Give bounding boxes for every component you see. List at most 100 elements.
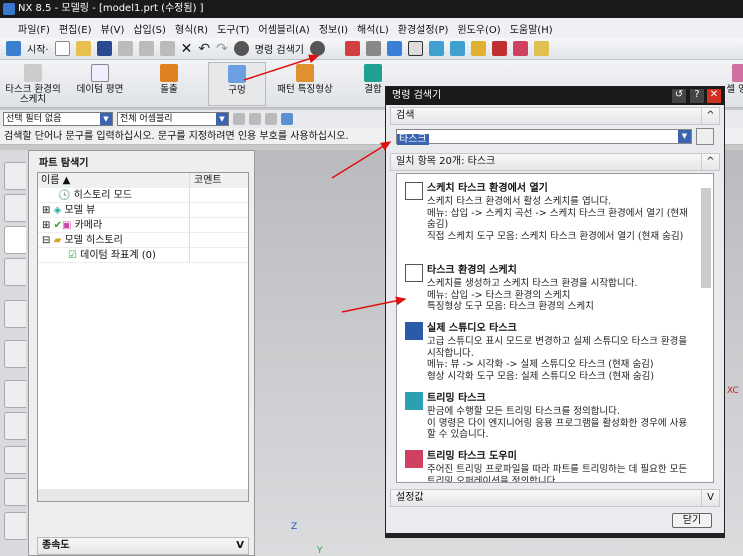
point-icon[interactable]	[491, 41, 507, 56]
snap-point-icon[interactable]	[249, 113, 261, 125]
checkbox-icon[interactable]: ☑	[68, 250, 77, 261]
reuse-library-tab[interactable]	[4, 258, 26, 286]
result-item[interactable]: 트리밍 타스크 도우미 주어진 트리밍 프로파일을 따라 파트를 트리밍하는 데 …	[405, 450, 695, 482]
extrude-button[interactable]: 돌출	[145, 62, 193, 106]
close-icon[interactable]: ✕	[707, 89, 721, 103]
shell-icon	[732, 64, 743, 82]
menu-window[interactable]: 윈도우(O)	[457, 21, 500, 36]
menu-analysis[interactable]: 해석(L)	[357, 21, 389, 36]
sketch-in-task-button[interactable]: 타스크 환경의 스케치	[4, 62, 62, 106]
snap-curve-icon[interactable]	[265, 113, 277, 125]
menu-help[interactable]: 도움말(H)	[510, 21, 553, 36]
chevron-up-icon: ^	[701, 108, 719, 124]
result-item[interactable]: 타스크 환경의 스케치 스케치를 생성하고 스케치 타스크 환경을 시작합니다. …	[405, 264, 695, 313]
results-section[interactable]: 일치 항목 20개: 타스크 ^	[390, 153, 720, 171]
reset-icon[interactable]: ↺	[672, 89, 686, 103]
find-binoculars-button[interactable]	[696, 128, 714, 145]
shell-region-button[interactable]: 셀 영역	[726, 62, 743, 106]
folder-icon: ▰	[53, 235, 62, 246]
ribbon-label: 돌출	[160, 84, 178, 95]
section-icon[interactable]	[428, 41, 444, 56]
column-name-header[interactable]: 이름 ▲	[38, 173, 190, 188]
menu-assembly[interactable]: 어셈블리(A)	[258, 21, 309, 36]
system-materials-tab[interactable]	[4, 512, 26, 540]
command-finder-button[interactable]: 명령 검색기	[255, 41, 304, 56]
tree-row[interactable]: ⊞ ✔▣ 카메라	[38, 218, 248, 233]
delete-icon[interactable]: ✕	[181, 41, 193, 57]
undo-icon[interactable]: ↶	[198, 41, 210, 57]
tree-row[interactable]: ⊟ ▰ 모델 히스토리	[38, 233, 248, 248]
redo-icon[interactable]: ↷	[216, 41, 228, 57]
result-item[interactable]: 트리밍 타스크 판금에 수행할 모든 트리밍 타스크를 정의합니다. 이 명령은 …	[405, 392, 695, 441]
save-icon[interactable]	[96, 41, 112, 56]
result-title: 트리밍 타스크	[427, 393, 486, 404]
pattern-feature-button[interactable]: 패턴 특징형상	[275, 62, 335, 106]
chevron-down-icon: ▼	[100, 113, 112, 125]
binoculars-dropdown-icon[interactable]	[309, 41, 325, 56]
cube-view-icon[interactable]	[386, 41, 402, 56]
search-input[interactable]: 타스크 ▼	[396, 129, 692, 145]
constraint-navigator-tab[interactable]	[4, 194, 26, 222]
vertical-scrollbar[interactable]	[701, 176, 711, 480]
result-item[interactable]: 스케치 타스크 환경에서 열기 스케치 타스크 환경에서 활성 스케치를 엽니다.…	[405, 182, 695, 242]
horizontal-scrollbar[interactable]	[38, 489, 248, 501]
studio-icon	[405, 322, 423, 340]
render-style-icon[interactable]	[365, 41, 381, 56]
visualization-tab[interactable]	[4, 446, 26, 474]
z-axis-label: Z	[291, 522, 298, 532]
snap-icon[interactable]	[470, 41, 486, 56]
selection-filter-dropdown[interactable]: 선택 필터 없음 ▼	[3, 112, 113, 126]
menu-file[interactable]: 파일(F)	[18, 21, 50, 36]
y-axis-label: Y	[317, 546, 323, 556]
chevron-down-icon: V	[236, 540, 244, 551]
hole-button[interactable]: 구멍	[208, 62, 266, 106]
result-item[interactable]: 실제 스튜디오 타스크 고급 스튜디오 표시 모드로 변경하고 실제 스튜디오 타…	[405, 322, 695, 382]
start-button[interactable]: 시작·	[27, 41, 49, 56]
selection-scope-dropdown[interactable]: 전체 어셈블리 ▼	[117, 112, 229, 126]
column-comment-header[interactable]: 코멘트	[194, 173, 222, 188]
cube-select-icon[interactable]	[281, 113, 293, 125]
menu-tools[interactable]: 도구(T)	[217, 21, 249, 36]
tree-row[interactable]: ☑ 데이텀 좌표계 (0)	[38, 248, 248, 263]
menu-format[interactable]: 형식(R)	[175, 21, 208, 36]
selection-filter-value: 선택 필터 없음	[6, 114, 62, 124]
filter-icon[interactable]	[233, 113, 245, 125]
background-icon[interactable]	[407, 41, 423, 56]
check-icon: ✔	[53, 220, 62, 231]
search-section[interactable]: 검색 ^	[390, 107, 720, 125]
open-folder-icon[interactable]	[75, 41, 91, 56]
copy-icon[interactable]	[138, 41, 154, 56]
command-finder-dialog: 명령 검색기 ↺ ? ✕ 검색 ^ 타스크 ▼ 일치 항목 20개: 타스크 ^ 스케…	[385, 86, 725, 538]
menu-preferences[interactable]: 환경설정(P)	[398, 21, 449, 36]
roles-tab[interactable]	[4, 478, 26, 506]
fit-view-icon[interactable]	[344, 41, 360, 56]
help-icon[interactable]: ?	[690, 89, 704, 103]
menu-edit[interactable]: 편집(E)	[59, 21, 92, 36]
datum-plane-button[interactable]: 데이텀 평면	[70, 62, 130, 106]
history-clock-tab[interactable]	[4, 380, 26, 408]
paste-icon[interactable]	[159, 41, 175, 56]
camera-icon: ▣	[61, 220, 72, 231]
chevron-down-icon[interactable]: ▼	[678, 130, 691, 143]
process-studio-tab[interactable]	[4, 412, 26, 440]
measure-icon[interactable]	[533, 41, 549, 56]
settings-section[interactable]: 설정값 V	[390, 489, 720, 507]
chevron-up-icon: ^	[701, 154, 719, 170]
unite-button[interactable]: 결합	[358, 62, 388, 106]
history-tab[interactable]	[4, 340, 26, 368]
new-file-icon[interactable]	[54, 41, 70, 56]
menu-view[interactable]: 뷰(V)	[101, 21, 125, 36]
analysis-icon[interactable]	[512, 41, 528, 56]
part-navigator-tab[interactable]	[4, 226, 26, 254]
menu-insert[interactable]: 삽입(S)	[133, 21, 166, 36]
menu-info[interactable]: 정보(I)	[319, 21, 348, 36]
cut-icon[interactable]	[117, 41, 133, 56]
assembly-navigator-tab[interactable]	[4, 162, 26, 190]
section-label: 검색	[396, 110, 415, 121]
tree-row[interactable]: 🕓 히스토리 모드	[38, 188, 248, 203]
close-button[interactable]: 닫기	[672, 513, 712, 528]
dependency-section[interactable]: 종속도 V	[37, 537, 249, 555]
clip-icon[interactable]	[449, 41, 465, 56]
tree-row[interactable]: ⊞ ◈ 모델 뷰	[38, 203, 248, 218]
web-browser-tab[interactable]	[4, 300, 26, 328]
